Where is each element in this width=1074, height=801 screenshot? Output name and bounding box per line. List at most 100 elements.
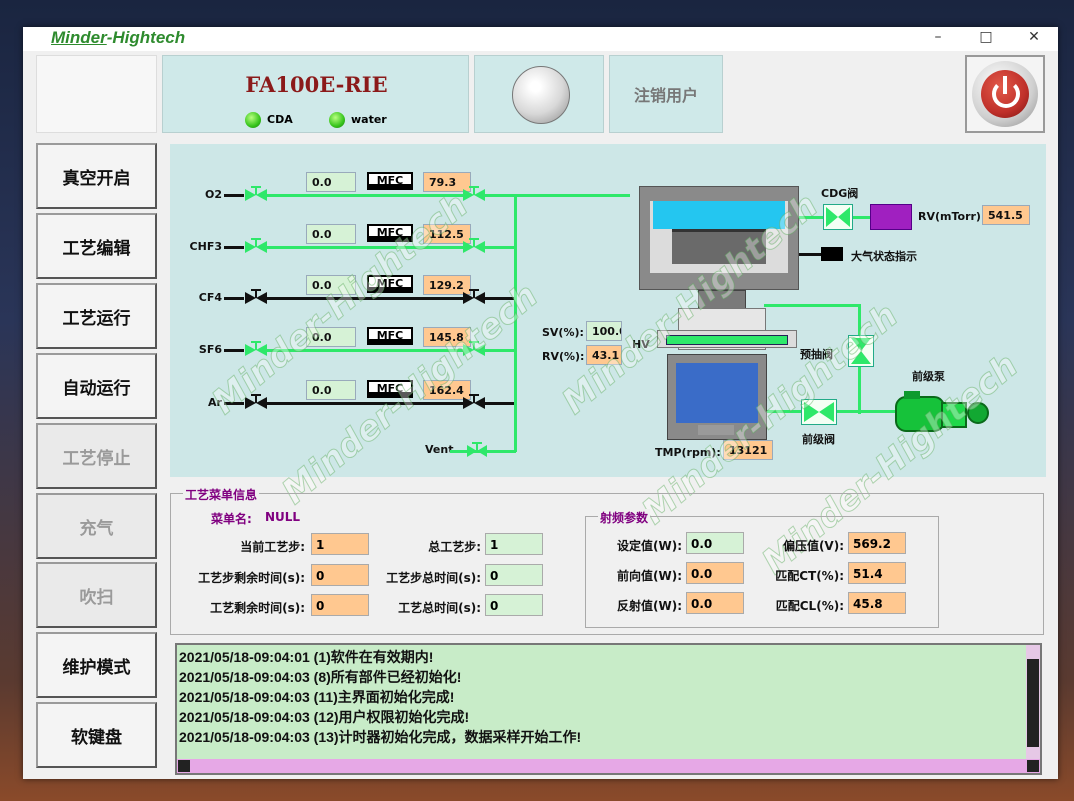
atm-indicator-icon [821, 247, 843, 261]
status-lamp-icon[interactable] [512, 66, 570, 124]
rough-valve-icon[interactable] [848, 335, 874, 367]
process-total-label: 工艺总时间(s): [398, 601, 481, 615]
maximize-icon[interactable]: □ [971, 29, 1001, 49]
log-entry: 2021/05/18-09:04:03 (12)用户权限初始化完成! [179, 709, 470, 725]
gas-inlet-pipe [224, 297, 244, 300]
event-log: 2021/05/18-09:04:01 (1)软件在有效期内! 2021/05/1… [175, 643, 1042, 775]
hv-label: HV [632, 338, 650, 351]
app-window: Minder-Hightech – □ ✕ FA100E-RIE CDA wat… [23, 27, 1058, 779]
gas-label: O2 [204, 188, 222, 201]
gas-manifold-pipe [485, 402, 516, 405]
fore-pipe [767, 410, 907, 413]
fore-valve-label: 前级阀 [802, 433, 835, 446]
rv-pct-label: RV(%): [542, 350, 585, 363]
log-vertical-scrollbar[interactable] [1026, 645, 1040, 761]
rf-reflected-value: 0.0 [686, 592, 744, 614]
sidebar-button-0[interactable]: 真空开启 [36, 143, 157, 209]
chamber-feed-pipe [500, 194, 630, 197]
status-lamp-panel [474, 55, 604, 133]
sidebar-button-8[interactable]: 软键盘 [36, 702, 157, 768]
gas-outlet-valve-icon[interactable] [463, 394, 485, 412]
gas-setpoint: 0.0 [306, 224, 356, 244]
gas-label: CHF3 [189, 240, 222, 253]
rf-bias-label: 偏压值(V): [782, 539, 844, 553]
gas-inlet-pipe [224, 349, 244, 352]
recipe-group: 工艺菜单信息 菜单名: NULL 当前工艺步: 1 工艺步剩余时间(s): 0 … [170, 486, 1044, 635]
sidebar-button-7[interactable]: 维护模式 [36, 632, 157, 698]
gas-pipe [267, 297, 463, 300]
power-button[interactable] [965, 55, 1045, 133]
log-entry: 2021/05/18-09:04:01 (1)软件在有效期内! [179, 649, 434, 665]
gas-label: CF4 [198, 291, 222, 304]
rf-forward-value: 0.0 [686, 562, 744, 584]
step-remaining-label: 工艺步剩余时间(s): [198, 571, 305, 585]
total-steps-value: 1 [485, 533, 543, 555]
gas-pipe [267, 246, 463, 249]
sv-value: 100.0 [586, 321, 622, 341]
turbo-pump [667, 354, 767, 440]
logout-button[interactable]: 注销用户 [609, 55, 723, 133]
cdg-valve-label: CDG阀 [821, 187, 859, 200]
model-panel: FA100E-RIE CDA water [162, 55, 469, 133]
recipe-name-label: 菜单名: [211, 512, 252, 526]
gas-inlet-valve-icon[interactable] [245, 186, 267, 204]
close-icon[interactable]: ✕ [1019, 29, 1049, 49]
gas-outlet-valve-icon[interactable] [463, 186, 485, 204]
rf-reflected-label: 反射值(W): [616, 599, 682, 613]
gas-outlet-valve-icon[interactable] [463, 238, 485, 256]
gas-setpoint: 0.0 [306, 172, 356, 192]
model-title: FA100E-RIE [245, 72, 388, 97]
recipe-name-value: NULL [265, 510, 301, 524]
rv-pct-value: 43.1 [586, 345, 622, 365]
gas-label: SF6 [198, 343, 222, 356]
log-entry: 2021/05/18-09:04:03 (8)所有部件已经初始化! [179, 669, 462, 685]
rf-bias-value: 569.2 [848, 532, 906, 554]
gas-pipe [267, 349, 463, 352]
sidebar-button-4[interactable]: 工艺停止 [36, 423, 157, 489]
gas-outlet-valve-icon[interactable] [463, 341, 485, 359]
power-icon [972, 61, 1038, 127]
gas-inlet-valve-icon[interactable] [245, 341, 267, 359]
sidebar-button-6[interactable]: 吹扫 [36, 562, 157, 628]
fore-pump-icon [894, 387, 990, 435]
title-bar: Minder-Hightech – □ ✕ [23, 27, 1058, 51]
cdg-gauge [870, 204, 912, 230]
atm-indicator-label: 大气状态指示 [851, 250, 917, 263]
rf-setpoint-label: 设定值(W): [616, 539, 682, 553]
blank-panel [36, 55, 157, 133]
cda-led-icon [245, 112, 261, 128]
gas-inlet-valve-icon[interactable] [245, 289, 267, 307]
cda-label: CDA [267, 113, 293, 126]
gas-setpoint: 0.0 [306, 327, 356, 347]
sidebar-button-3[interactable]: 自动运行 [36, 353, 157, 419]
process-remaining-value: 0 [311, 594, 369, 616]
cdg-valve-icon[interactable] [823, 204, 853, 230]
gas-outlet-valve-icon[interactable] [463, 289, 485, 307]
gas-pipe [267, 402, 463, 405]
gas-inlet-valve-icon[interactable] [245, 394, 267, 412]
log-horizontal-scrollbar[interactable] [177, 759, 1040, 773]
gas-pipe [267, 194, 463, 197]
sidebar-button-5[interactable]: 充气 [36, 493, 157, 559]
log-entry: 2021/05/18-09:04:03 (13)计时器初始化完成，数据采样开始工… [179, 729, 582, 745]
mfc-icon: MFC [367, 172, 413, 190]
sv-label: SV(%): [542, 326, 584, 339]
step-total-label: 工艺步总时间(s): [386, 571, 481, 585]
tmp-label: TMP(rpm): [655, 446, 721, 459]
vent-valve-icon[interactable] [467, 442, 487, 460]
rf-title: 射频参数 [598, 509, 651, 526]
fore-valve-icon[interactable] [801, 399, 837, 425]
gas-inlet-valve-icon[interactable] [245, 238, 267, 256]
sidebar-button-2[interactable]: 工艺运行 [36, 283, 157, 349]
hv-valve[interactable] [657, 330, 797, 348]
minimize-icon[interactable]: – [923, 29, 953, 49]
process-diagram: O2 0.0 MFC 79.3 CHF3 0.0 MFC 112.5 CF4 0.0 MFC 129.… [170, 144, 1046, 583]
gas-manifold-pipe [485, 297, 516, 300]
gas-manifold-pipe [485, 349, 516, 352]
sidebar-button-1[interactable]: 工艺编辑 [36, 213, 157, 279]
gas-inlet-pipe [224, 402, 244, 405]
rf-cl-value: 45.8 [848, 592, 906, 614]
rf-group: 射频参数 设定值(W): 0.0 前向值(W): 0.0 反射值(W): 0.0… [585, 509, 939, 628]
gas-setpoint: 0.0 [306, 380, 356, 400]
current-step-label: 当前工艺步: [240, 540, 305, 554]
